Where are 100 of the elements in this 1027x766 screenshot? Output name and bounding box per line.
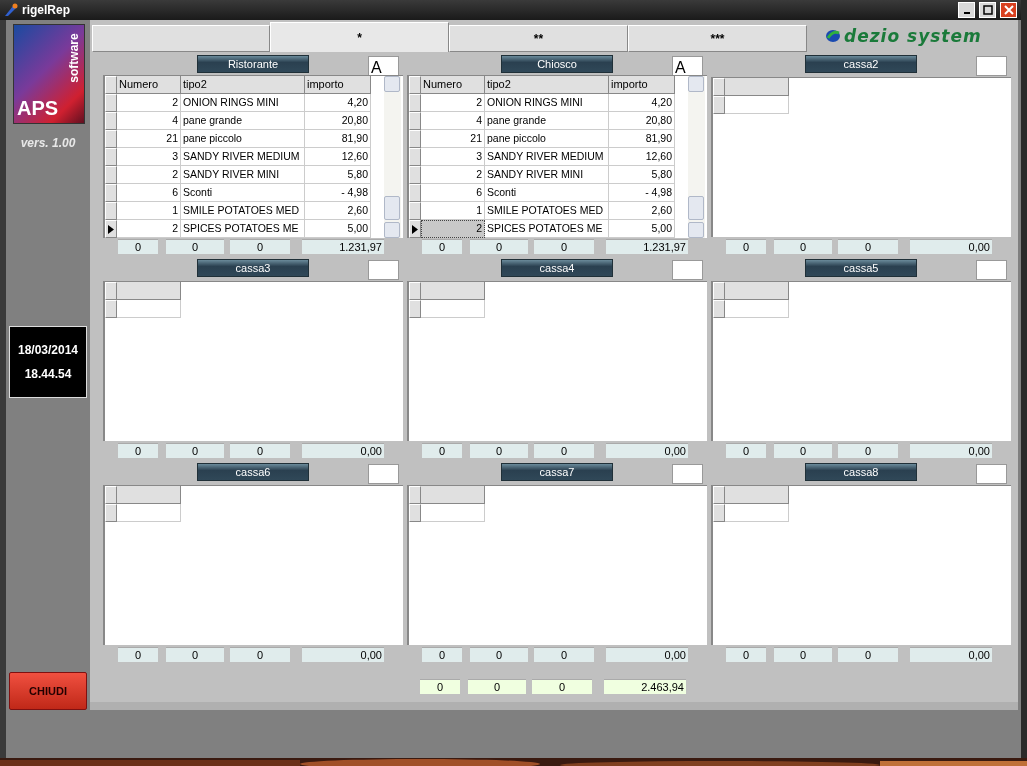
table-cell: 4,20 [609,94,675,113]
column-header[interactable]: tipo2 [485,76,609,95]
scrollbar[interactable] [384,76,401,239]
column-header[interactable] [421,486,485,504]
row-header[interactable] [105,220,117,239]
table-cell: pane grande [485,112,609,131]
table-cell: 2,60 [609,202,675,221]
tab[interactable] [92,25,270,52]
table-cell [117,504,181,522]
column-header[interactable] [725,282,789,300]
register-button[interactable]: Ristorante [197,55,309,73]
table-cell: SANDY RIVER MEDIUM [485,148,609,167]
filter-field[interactable] [976,464,1007,484]
table-cell: 2 [421,94,485,113]
column-header[interactable] [117,282,181,300]
total-field: 0,00 [606,442,688,458]
total-field: 0,00 [302,442,384,458]
table-cell: 2 [421,220,485,239]
table-cell: 2 [421,166,485,185]
table-cell: 12,60 [609,148,675,167]
total-field: 0 [470,646,528,662]
window-title: rigelRep [22,3,71,17]
total-field: 0 [166,442,224,458]
register-button[interactable]: cassa3 [197,259,309,277]
filter-field[interactable] [368,464,399,484]
filter-field[interactable] [976,260,1007,280]
total-field: 0 [774,442,832,458]
total-field: 0,00 [302,646,384,662]
filter-field[interactable] [368,260,399,280]
table-cell: 21 [421,130,485,149]
table-cell: 2 [117,166,181,185]
filter-field[interactable] [672,260,703,280]
column-header[interactable] [117,486,181,504]
column-header[interactable] [725,78,789,96]
table-cell [421,504,485,522]
column-header[interactable] [421,282,485,300]
app-logo: APS software [13,24,85,124]
register-button[interactable]: cassa5 [805,259,917,277]
filter-field[interactable] [976,56,1007,76]
table-cell: ONION RINGS MINI [181,94,305,113]
total-field: 0 [420,679,460,694]
register-button[interactable]: cassa2 [805,55,917,73]
table-cell: - 4,98 [609,184,675,203]
column-header[interactable] [725,486,789,504]
table-cell: 3 [117,148,181,167]
close-button[interactable] [1000,2,1017,18]
table-cell: 4 [117,112,181,131]
register-button[interactable]: cassa4 [501,259,613,277]
scroll-thumb[interactable] [688,196,704,221]
total-field: 0 [470,239,528,255]
register-button[interactable]: cassa8 [805,463,917,481]
table-cell [421,300,485,318]
row-header[interactable] [409,220,421,239]
column-header[interactable]: Numero [421,76,485,95]
close-icon [1003,5,1014,15]
total-field: 0 [470,442,528,458]
close-app-button[interactable]: CHIUDI [9,672,87,710]
total-field: 0,00 [910,442,992,458]
column-header[interactable]: importo [305,76,371,95]
column-header[interactable]: tipo2 [181,76,305,95]
total-field: 0 [534,646,594,662]
total-field: 0,00 [910,646,992,662]
total-field: 0 [838,238,898,254]
total-field: 0 [726,442,766,458]
tab[interactable]: ** [449,25,628,52]
filter-field[interactable]: A [368,56,399,76]
tab[interactable]: * [270,22,449,52]
total-field: 0 [118,646,158,662]
scroll-thumb[interactable] [384,196,400,221]
total-field: 0 [726,238,766,254]
filter-field[interactable]: A [672,56,703,76]
total-field: 0 [118,239,158,255]
total-field: 0 [838,442,898,458]
tab[interactable]: *** [628,25,807,52]
column-header[interactable]: importo [609,76,675,95]
table-cell: 81,90 [305,130,371,149]
table-cell: pane piccolo [485,130,609,149]
time-label: 18.44.54 [24,367,72,381]
maximize-button[interactable] [979,2,996,18]
table-cell [725,96,789,114]
total-field: 0 [422,442,462,458]
date-label: 18/03/2014 [17,343,79,357]
register-button[interactable]: Chiosco [501,55,613,73]
table-cell: 2 [117,94,181,113]
total-field: 0 [774,646,832,662]
scroll-up-button[interactable] [688,76,704,93]
total-field: 1.231,97 [302,239,384,255]
table-cell: - 4,98 [305,184,371,203]
table-cell: 20,80 [305,112,371,131]
register-button[interactable]: cassa6 [197,463,309,481]
column-header[interactable]: Numero [117,76,181,95]
table-cell: 1 [117,202,181,221]
total-field: 0 [166,646,224,662]
minimize-button[interactable] [958,2,975,18]
register-button[interactable]: cassa7 [501,463,613,481]
filter-field[interactable] [672,464,703,484]
scrollbar[interactable] [688,76,705,239]
scroll-up-button[interactable] [384,76,400,93]
version-label: vers. 1.00 [20,136,76,150]
table-cell: SMILE POTATOES MED [181,202,305,221]
